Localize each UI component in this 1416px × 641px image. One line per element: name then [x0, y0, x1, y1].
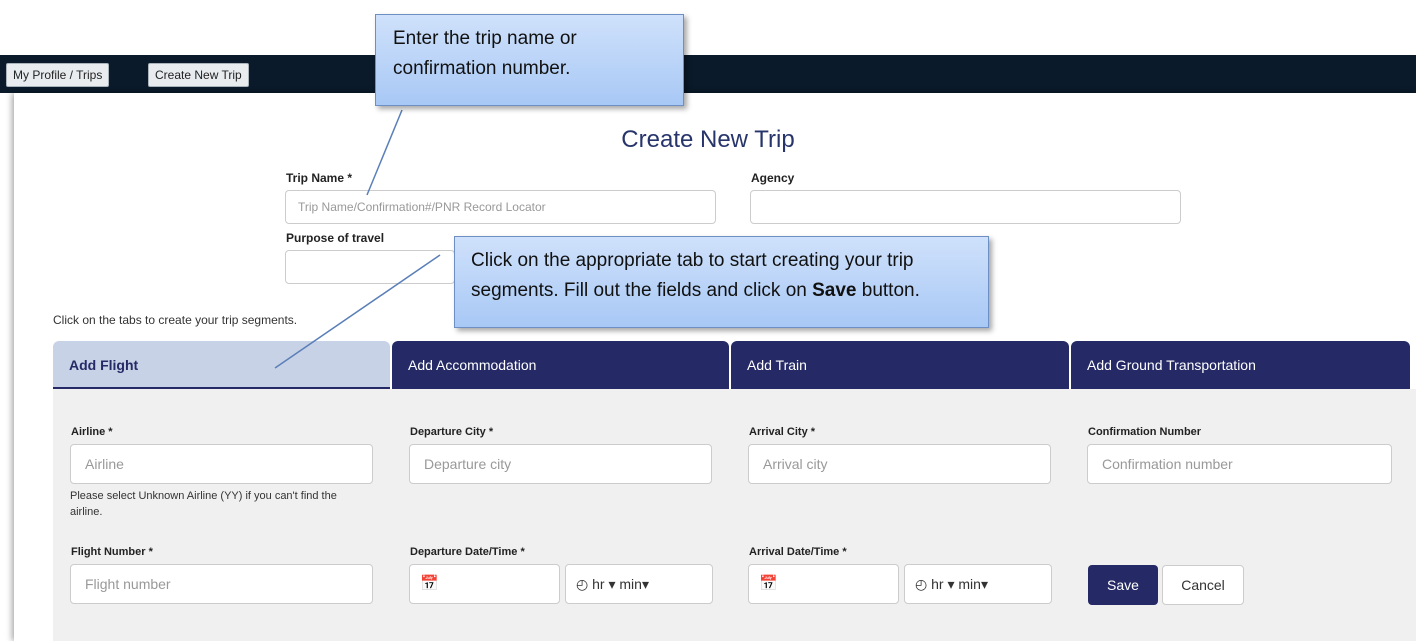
tab-add-ground-transportation[interactable]: Add Ground Transportation — [1071, 341, 1410, 389]
arrival-city-input[interactable]: Arrival city — [748, 444, 1051, 484]
callout-middle-save: Save — [812, 280, 857, 301]
departure-city-input[interactable]: Departure city — [409, 444, 712, 484]
callout-tabs: Click on the appropriate tab to start cr… — [454, 236, 989, 328]
top-navbar: My Profile / Trips Create New Trip — [0, 55, 1416, 93]
departure-date-picker[interactable]: 📅 — [409, 564, 560, 604]
airline-label: Airline * — [71, 426, 113, 438]
callout-middle-text-c: button. — [856, 280, 920, 301]
minute-select[interactable]: min — [619, 576, 642, 592]
confirmation-number-label: Confirmation Number — [1088, 426, 1202, 438]
clock-icon: ◴ — [576, 576, 589, 592]
departure-datetime-label: Departure Date/Time * — [410, 546, 525, 558]
create-new-trip-button[interactable]: Create New Trip — [148, 63, 249, 87]
agency-label: Agency — [751, 171, 795, 185]
cancel-button[interactable]: Cancel — [1162, 565, 1244, 605]
purpose-input[interactable] — [285, 250, 455, 284]
tab-add-train[interactable]: Add Train — [731, 341, 1069, 389]
callout-middle-line2: segments. Fill out the fields and click … — [471, 276, 988, 306]
callout-middle-line1: Click on the appropriate tab to start cr… — [471, 250, 914, 271]
chevron-down-icon: ▾ — [608, 576, 616, 592]
callout-trip-name: Enter the trip name or confirmation numb… — [375, 14, 684, 106]
tabs-hint: Click on the tabs to create your trip se… — [53, 313, 298, 327]
clock-icon: ◴ — [915, 576, 928, 592]
callout-top-line2: confirmation number. — [393, 58, 571, 79]
arrival-datetime-label: Arrival Date/Time * — [749, 546, 847, 558]
confirmation-number-input[interactable]: Confirmation number — [1087, 444, 1392, 484]
departure-city-label: Departure City * — [410, 426, 494, 438]
callout-top-line1: Enter the trip name or — [393, 28, 577, 49]
arrival-time-select[interactable]: ◴ hr ▾ min▾ — [904, 564, 1052, 604]
airline-hint: Please select Unknown Airline (YY) if yo… — [70, 490, 337, 518]
tab-add-accommodation[interactable]: Add Accommodation — [392, 341, 729, 389]
chevron-down-icon: ▾ — [641, 576, 649, 592]
purpose-label: Purpose of travel — [286, 231, 385, 245]
save-button[interactable]: Save — [1088, 565, 1158, 605]
flight-number-label: Flight Number * — [71, 546, 153, 558]
trip-name-input[interactable]: Trip Name/Confirmation#/PNR Record Locat… — [285, 190, 716, 224]
callout-middle-text-a: segments. Fill out the fields and click … — [471, 280, 813, 301]
agency-input[interactable] — [750, 190, 1181, 224]
my-profile-trips-button[interactable]: My Profile / Trips — [6, 63, 110, 87]
hour-select[interactable]: hr — [592, 576, 604, 592]
chevron-down-icon: ▾ — [980, 576, 988, 592]
calendar-icon: 📅 — [420, 575, 439, 592]
chevron-down-icon: ▾ — [947, 576, 955, 592]
tab-add-flight[interactable]: Add Flight — [53, 341, 390, 389]
arrival-city-label: Arrival City * — [749, 426, 816, 438]
departure-time-select[interactable]: ◴ hr ▾ min▾ — [565, 564, 713, 604]
calendar-icon: 📅 — [759, 575, 778, 592]
arrival-date-picker[interactable]: 📅 — [748, 564, 899, 604]
trip-name-label: Trip Name * — [286, 171, 353, 185]
minute-select[interactable]: min — [958, 576, 981, 592]
flight-number-input[interactable]: Flight number — [70, 564, 373, 604]
hour-select[interactable]: hr — [931, 576, 943, 592]
airline-input[interactable]: Airline — [70, 444, 373, 484]
page-title: Create New Trip — [621, 126, 795, 153]
